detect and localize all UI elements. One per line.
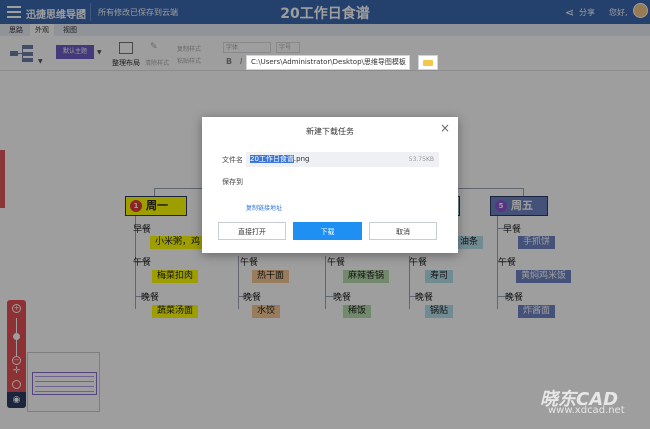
filename-field[interactable]: 20工作日食谱.png 53.75KB (246, 152, 439, 167)
watermark-url: www.xdcad.net (548, 405, 625, 416)
filename-ext: .png (293, 155, 310, 163)
chevron-down-icon: ⌄ (399, 58, 406, 67)
save-path-value: C:\Users\Administrator\Desktop\思维导图模板 (251, 58, 406, 66)
filename-label: 文件名 (222, 156, 243, 164)
cancel-button[interactable]: 取消 (369, 222, 437, 240)
filename-selected: 20工作日食谱 (250, 155, 294, 163)
folder-icon[interactable] (418, 55, 438, 70)
dialog-title: 新建下载任务 (306, 127, 354, 136)
download-button[interactable]: 下载 (293, 222, 362, 240)
copy-link[interactable]: 复制链接地址 (246, 203, 282, 212)
save-path-select[interactable]: C:\Users\Administrator\Desktop\思维导图模板 ⌄ (246, 55, 410, 70)
file-size: 53.75KB (408, 156, 434, 163)
save-to-label: 保存到 (222, 178, 243, 186)
open-button[interactable]: 直接打开 (218, 222, 286, 240)
close-icon[interactable]: × (440, 121, 450, 135)
